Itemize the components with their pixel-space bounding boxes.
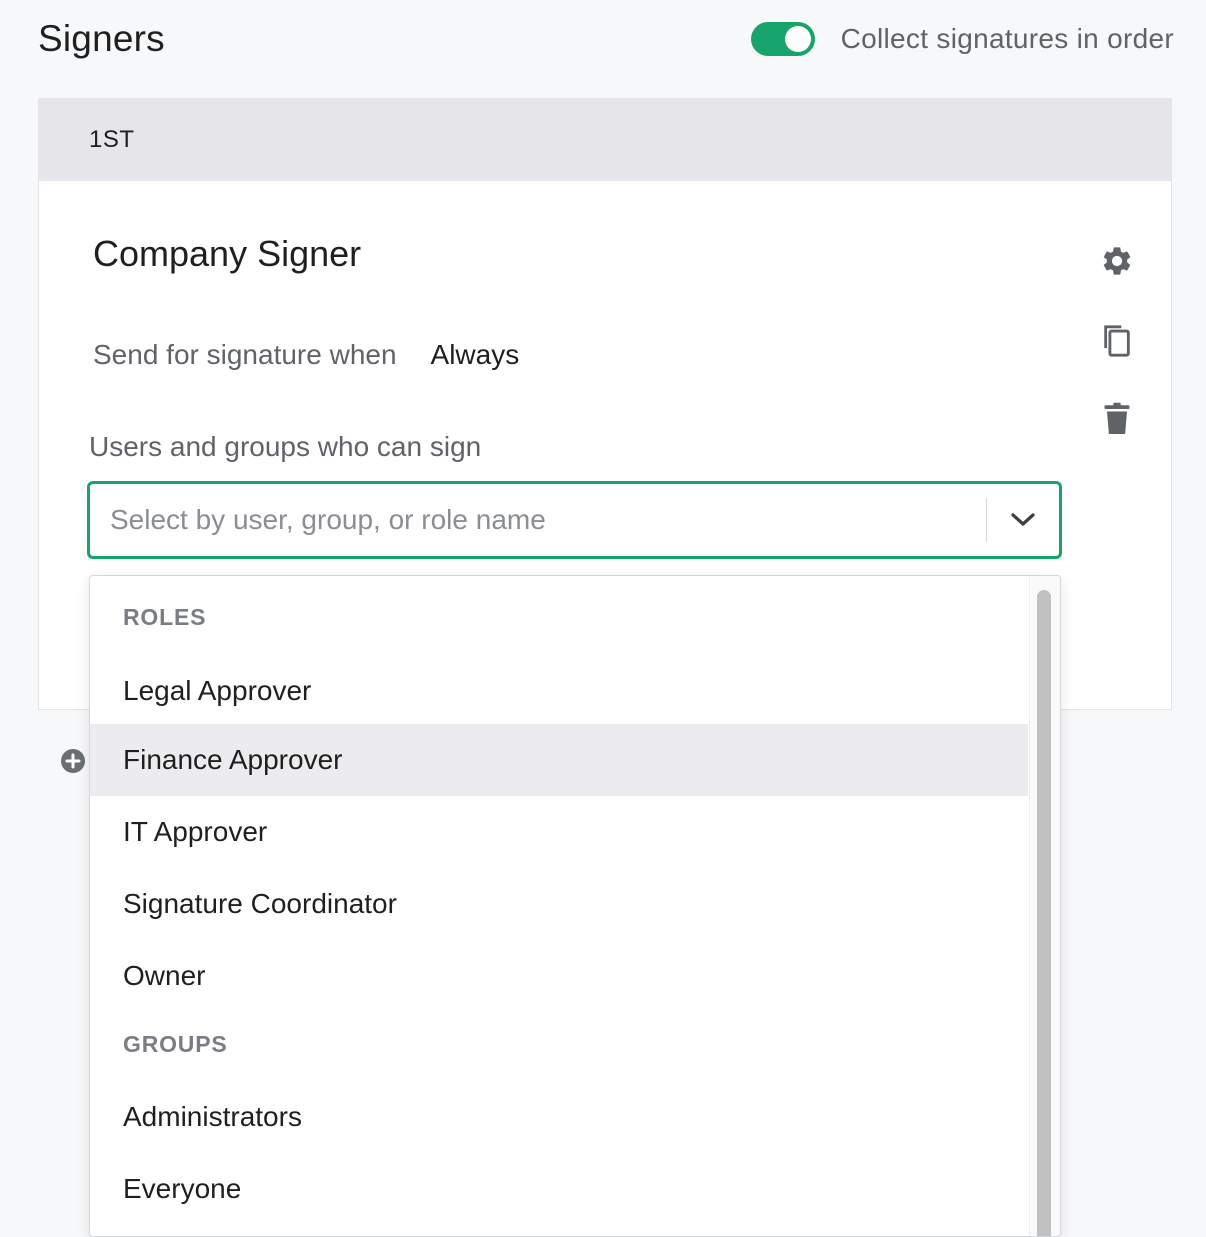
signing-order-label: Collect signatures in order bbox=[840, 23, 1174, 54]
send-condition-label: Send for signature when bbox=[93, 339, 397, 370]
option-everyone[interactable]: Everyone bbox=[90, 1158, 1028, 1220]
page-title: Signers bbox=[38, 18, 165, 59]
add-signer-icon[interactable] bbox=[60, 748, 86, 774]
signer-name: Company Signer bbox=[93, 233, 362, 274]
copy-icon[interactable] bbox=[1097, 321, 1137, 361]
option-it-approver[interactable]: IT Approver bbox=[90, 796, 1028, 868]
trash-icon[interactable] bbox=[1097, 399, 1137, 439]
chevron-down-icon[interactable] bbox=[987, 484, 1059, 556]
send-condition-row: Send for signature when Always bbox=[93, 339, 519, 371]
signing-order-control: Collect signatures in order bbox=[750, 22, 1174, 56]
signer-options-dropdown: ROLES Legal Approver Finance Approver IT… bbox=[89, 575, 1061, 1237]
roles-group-header: ROLES bbox=[123, 603, 207, 630]
option-signature-coordinator[interactable]: Signature Coordinator bbox=[90, 868, 1028, 940]
option-administrators[interactable]: Administrators bbox=[90, 1076, 1028, 1158]
signer-search-input[interactable] bbox=[90, 483, 986, 557]
signing-order-toggle[interactable] bbox=[750, 22, 815, 56]
send-condition-value[interactable]: Always bbox=[431, 339, 520, 371]
option-finance-approver[interactable]: Finance Approver bbox=[90, 724, 1028, 796]
signer-order-header: 1ST bbox=[39, 99, 1171, 181]
option-legal-approver[interactable]: Legal Approver bbox=[90, 658, 1028, 724]
dropdown-scrollbar[interactable] bbox=[1029, 576, 1060, 1236]
signer-order-label: 1ST bbox=[89, 126, 135, 153]
toggle-knob bbox=[784, 26, 811, 52]
gear-icon[interactable] bbox=[1097, 241, 1137, 281]
signer-select[interactable] bbox=[87, 481, 1062, 559]
option-owner[interactable]: Owner bbox=[90, 940, 1028, 1012]
dropdown-list: ROLES Legal Approver Finance Approver IT… bbox=[90, 576, 1028, 1220]
scrollbar-thumb[interactable] bbox=[1037, 590, 1051, 1236]
users-groups-label: Users and groups who can sign bbox=[89, 431, 482, 462]
groups-group-header: GROUPS bbox=[123, 1030, 228, 1057]
